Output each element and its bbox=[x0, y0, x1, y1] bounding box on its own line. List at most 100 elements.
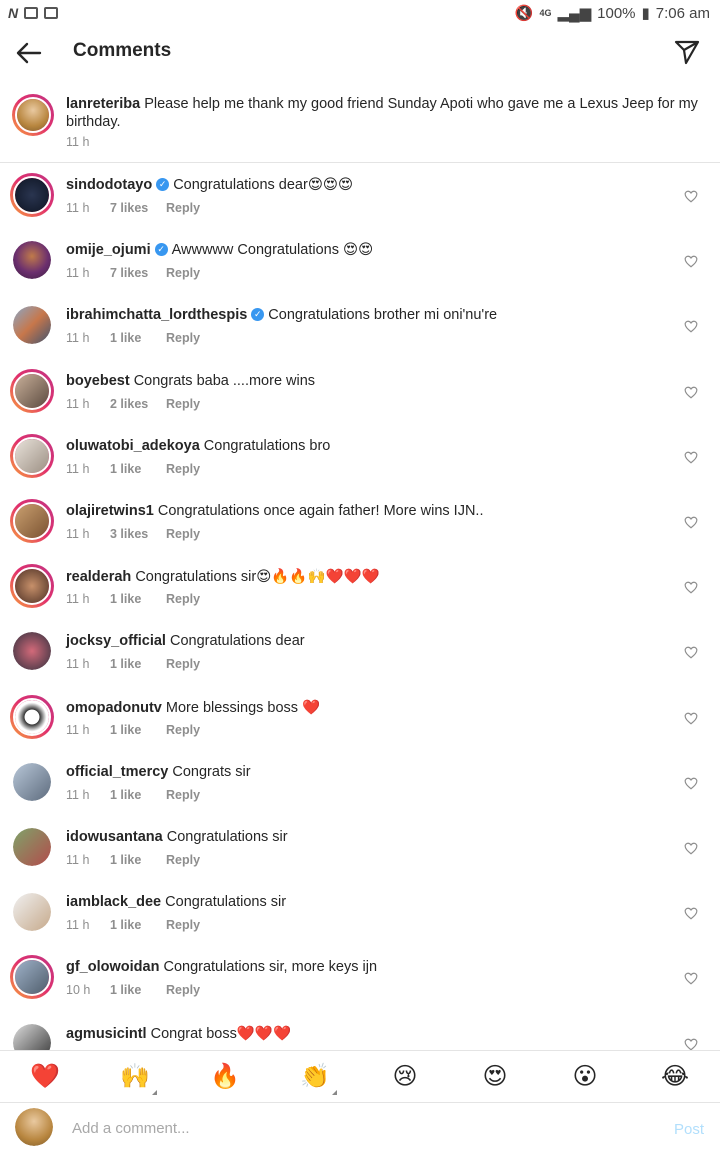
like-heart-icon[interactable] bbox=[684, 320, 698, 333]
like-heart-icon[interactable] bbox=[684, 712, 698, 725]
like-heart-icon[interactable] bbox=[684, 190, 698, 203]
comment-username[interactable]: boyebest bbox=[66, 373, 130, 389]
comment-username[interactable]: realderah bbox=[66, 569, 131, 585]
emoji-fire-button[interactable]: 🔥 bbox=[195, 1062, 255, 1091]
like-heart-icon[interactable] bbox=[684, 777, 698, 790]
comment-username[interactable]: jocksy_official bbox=[66, 633, 166, 649]
comment-likes[interactable]: 1 like bbox=[110, 853, 166, 867]
comment-text-line: realderah Congratulations sir😍🔥🔥🙌❤️❤️❤️ bbox=[66, 568, 380, 585]
emoji-raised-hands-button[interactable]: 🙌 bbox=[105, 1062, 165, 1095]
comment-text: Congratulations sir😍🔥🔥🙌❤️❤️❤️ bbox=[135, 569, 380, 586]
send-icon[interactable] bbox=[674, 38, 700, 66]
avatar[interactable] bbox=[13, 632, 51, 671]
emoji-clap-button[interactable]: 👏 bbox=[285, 1062, 345, 1095]
comment-likes[interactable]: 1 like bbox=[110, 723, 166, 737]
comment-text: Congratulations bro bbox=[203, 437, 331, 454]
comment-username[interactable]: official_tmercy bbox=[66, 764, 168, 780]
reply-button[interactable]: Reply bbox=[166, 918, 200, 932]
avatar[interactable] bbox=[10, 694, 54, 739]
avatar[interactable] bbox=[10, 173, 54, 217]
comment-text: Congratulations once again father! More … bbox=[157, 503, 484, 519]
avatar[interactable] bbox=[10, 564, 54, 609]
comment-likes[interactable]: 3 likes bbox=[110, 527, 166, 541]
post-button[interactable]: Post bbox=[674, 1121, 704, 1138]
like-heart-icon[interactable] bbox=[684, 1038, 698, 1051]
comment-time: 11 h bbox=[66, 527, 90, 541]
comment-username[interactable]: omopadonutv bbox=[66, 700, 162, 716]
reply-button[interactable]: Reply bbox=[166, 462, 200, 476]
reply-button[interactable]: Reply bbox=[166, 657, 200, 671]
comment-likes[interactable]: 1 like bbox=[110, 788, 166, 802]
comment-meta: 11 h 1 like Reply bbox=[66, 331, 200, 345]
reply-button[interactable]: Reply bbox=[166, 983, 200, 997]
comment-username[interactable]: ibrahimchatta_lordthespis bbox=[66, 307, 247, 323]
reply-button[interactable]: Reply bbox=[166, 331, 200, 345]
comment-likes[interactable]: 7 likes bbox=[110, 266, 166, 280]
back-arrow-icon[interactable] bbox=[14, 38, 44, 68]
reply-button[interactable]: Reply bbox=[166, 201, 200, 215]
comment-likes[interactable]: 2 likes bbox=[110, 397, 166, 411]
like-heart-icon[interactable] bbox=[684, 451, 698, 464]
like-heart-icon[interactable] bbox=[684, 907, 698, 920]
comment-username[interactable]: sindodotayo bbox=[66, 177, 152, 193]
comment-text-line: olajiretwins1 Congratulations once again… bbox=[66, 503, 484, 519]
emoji-crying-button[interactable]: 😢 bbox=[375, 1062, 435, 1091]
reply-button[interactable]: Reply bbox=[166, 266, 200, 280]
reply-button[interactable]: Reply bbox=[166, 527, 200, 541]
like-heart-icon[interactable] bbox=[684, 842, 698, 855]
avatar[interactable] bbox=[13, 893, 51, 932]
comment-text: Congratulations brother mi oni'nu're bbox=[268, 307, 498, 324]
comment-likes[interactable]: 1 like bbox=[110, 918, 166, 932]
reply-button[interactable]: Reply bbox=[166, 723, 200, 737]
emoji-heart-button[interactable]: ❤️ bbox=[15, 1062, 75, 1091]
comment-likes[interactable]: 1 like bbox=[110, 462, 166, 476]
like-heart-icon[interactable] bbox=[684, 386, 698, 399]
avatar[interactable] bbox=[10, 433, 54, 478]
mute-icon: 🔇 bbox=[514, 5, 534, 22]
comment-likes[interactable]: 1 like bbox=[110, 331, 166, 345]
caption-text-block: lanreteriba Please help me thank my good… bbox=[66, 95, 706, 131]
avatar[interactable] bbox=[13, 306, 51, 345]
comment-likes[interactable]: 1 like bbox=[110, 657, 166, 671]
avatar[interactable] bbox=[13, 762, 51, 801]
avatar[interactable] bbox=[13, 241, 51, 280]
comment-likes[interactable]: 7 likes bbox=[110, 201, 166, 215]
like-heart-icon[interactable] bbox=[684, 972, 698, 985]
comment-username[interactable]: omije_ojumi bbox=[66, 242, 151, 258]
avatar[interactable] bbox=[13, 828, 51, 866]
reply-button[interactable]: Reply bbox=[166, 853, 200, 867]
comment-username[interactable]: idowusantana bbox=[66, 829, 163, 845]
comment-username[interactable]: agmusicintl bbox=[66, 1026, 147, 1042]
avatar[interactable] bbox=[12, 94, 54, 136]
comment-input[interactable] bbox=[72, 1115, 632, 1141]
comment-row: idowusantana Congratulations sir 11 h 1 … bbox=[0, 815, 720, 880]
emoji-surprised-button[interactable]: 😮 bbox=[555, 1062, 615, 1091]
like-heart-icon[interactable] bbox=[684, 516, 698, 529]
avatar[interactable] bbox=[10, 955, 54, 1000]
reply-button[interactable]: Reply bbox=[166, 592, 200, 606]
avatar[interactable] bbox=[10, 368, 54, 413]
comment-likes[interactable]: 1 like bbox=[110, 592, 166, 606]
comment-username[interactable]: olajiretwins1 bbox=[66, 503, 154, 519]
caption-username[interactable]: lanreteriba bbox=[66, 96, 140, 112]
comment-text-line: omopadonutv More blessings boss ❤️ bbox=[66, 699, 320, 716]
comment-row: iamblack_dee Congratulations sir 11 h 1 … bbox=[0, 880, 720, 945]
comment-likes[interactable]: 1 like bbox=[110, 983, 166, 997]
comment-text: Congratulations dear bbox=[169, 633, 305, 650]
current-user-avatar bbox=[15, 1108, 53, 1146]
comment-meta: 10 h 1 like Reply bbox=[66, 983, 200, 997]
avatar[interactable] bbox=[10, 499, 54, 543]
reply-button[interactable]: Reply bbox=[166, 788, 200, 802]
comment-row: olajiretwins1 Congratulations once again… bbox=[0, 489, 720, 554]
emoji-heart-eyes-button[interactable]: 😍 bbox=[465, 1062, 525, 1091]
comment-username[interactable]: gf_olowoidan bbox=[66, 959, 159, 975]
comment-username[interactable]: iamblack_dee bbox=[66, 894, 161, 910]
reply-button[interactable]: Reply bbox=[166, 397, 200, 411]
battery-percent: 100% bbox=[597, 4, 636, 22]
like-heart-icon[interactable] bbox=[684, 646, 698, 659]
emoji-laughing-button[interactable]: 😂 bbox=[645, 1062, 705, 1091]
comment-username[interactable]: oluwatobi_adekoya bbox=[66, 438, 200, 454]
like-heart-icon[interactable] bbox=[684, 581, 698, 594]
status-bar: N 🔇 4G ▂▄▆ 100% ▮ 7:06 am bbox=[0, 0, 720, 26]
like-heart-icon[interactable] bbox=[684, 255, 698, 268]
